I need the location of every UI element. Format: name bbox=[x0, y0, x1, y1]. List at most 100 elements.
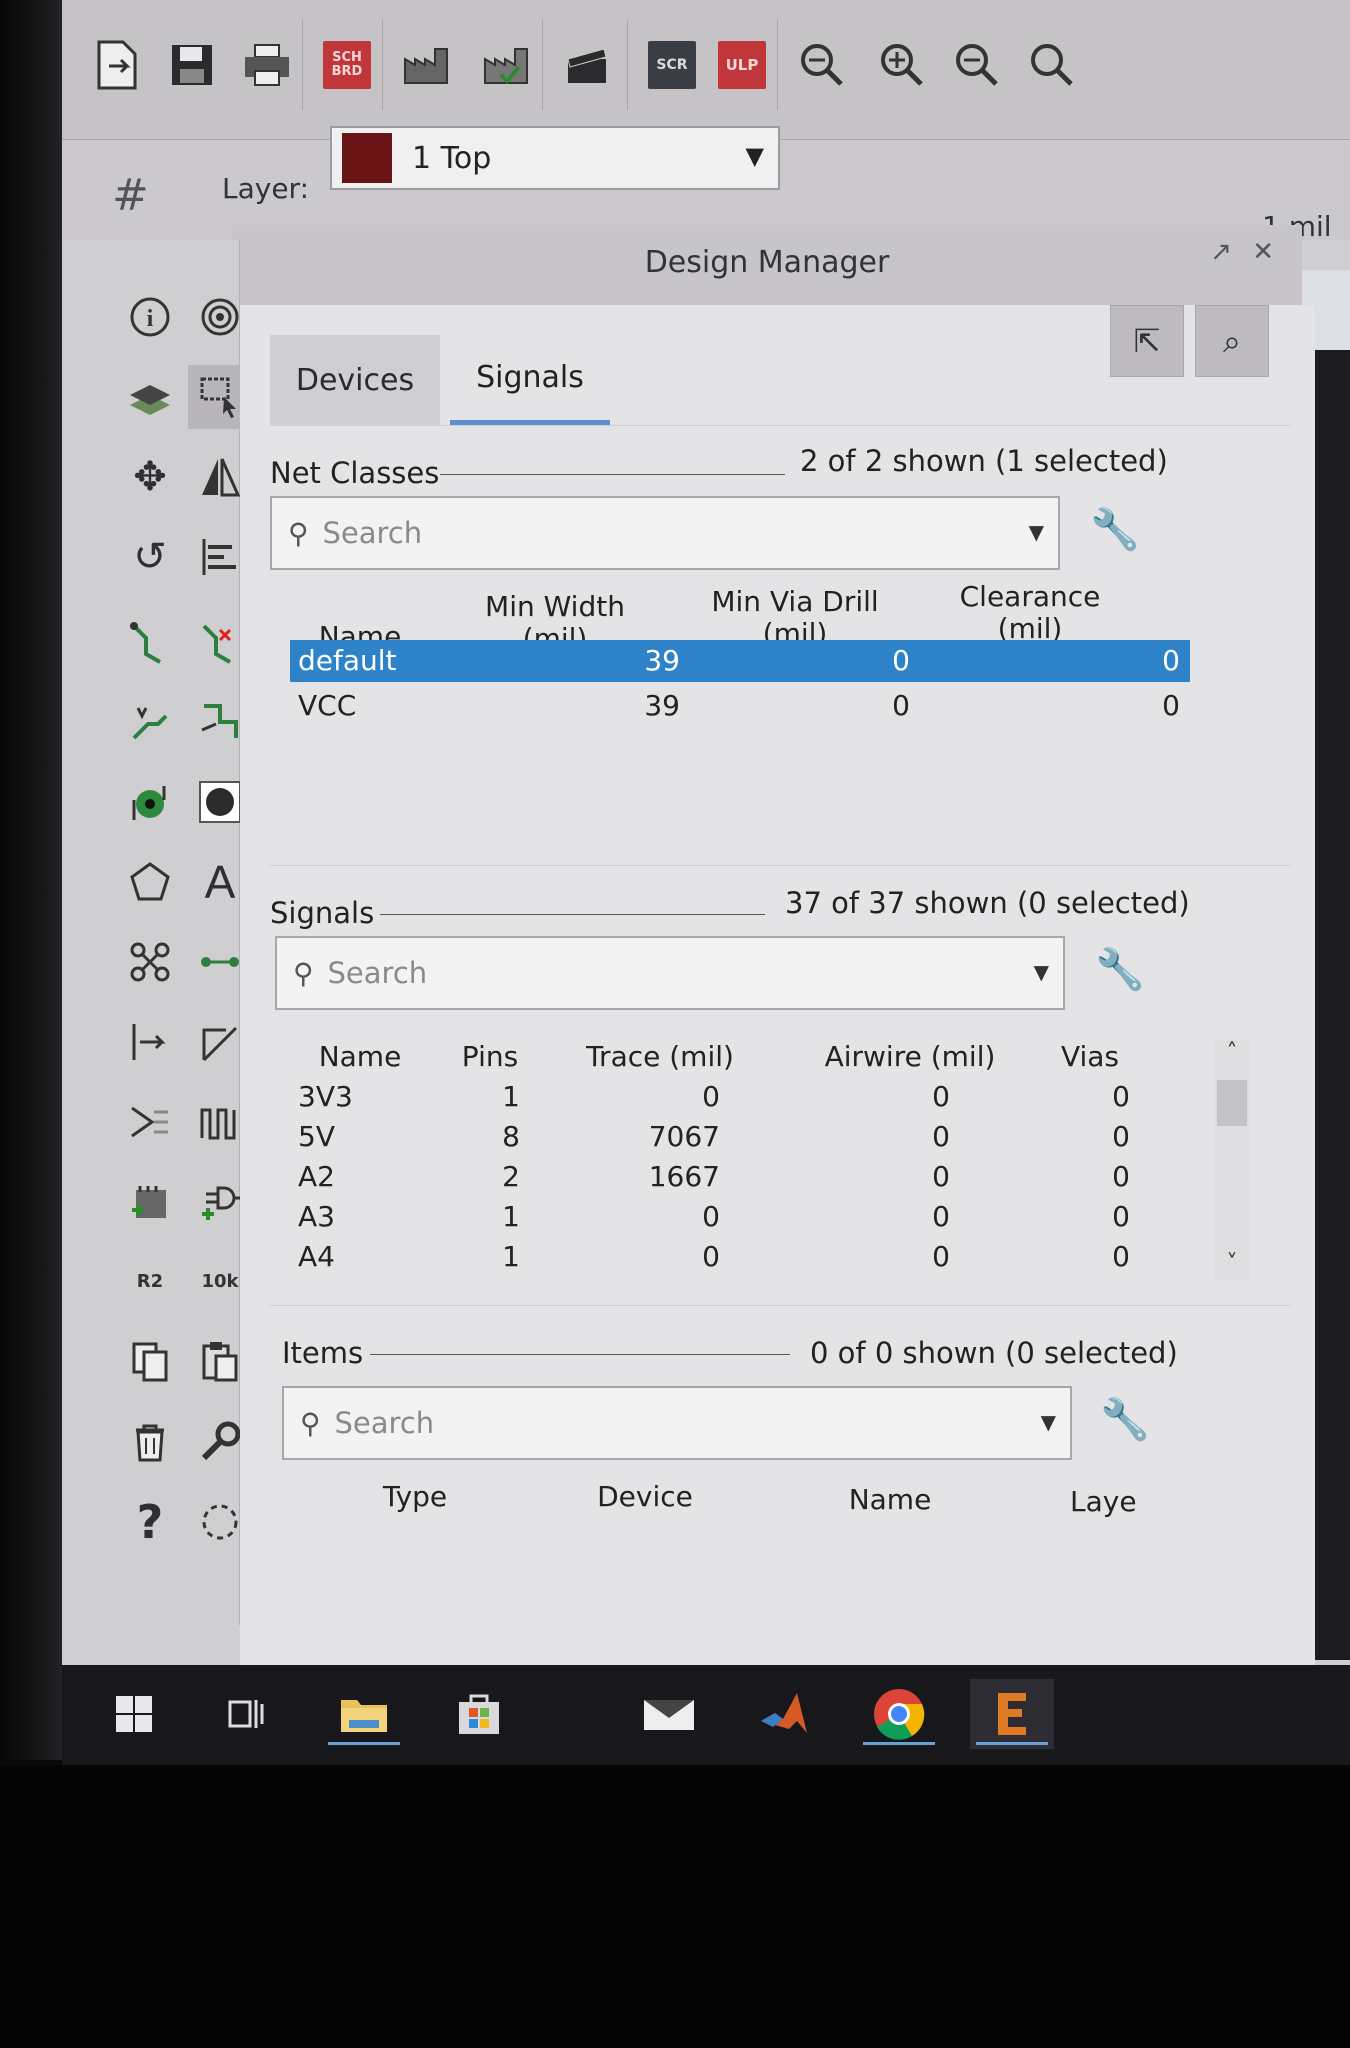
autoroute-icon[interactable] bbox=[118, 690, 182, 754]
select-pointer-icon[interactable]: ⇱ bbox=[1110, 305, 1184, 377]
close-icon[interactable]: ✕ bbox=[1252, 237, 1274, 267]
column-header-name[interactable]: Name bbox=[830, 1483, 950, 1516]
name-icon[interactable]: R2 bbox=[118, 1250, 182, 1314]
table-row[interactable]: A2 2 1667 0 0 bbox=[290, 1160, 1160, 1200]
column-header-type[interactable]: Type bbox=[355, 1480, 475, 1513]
signal-airwire: 0 bbox=[932, 1240, 950, 1273]
script-icon[interactable] bbox=[552, 30, 622, 100]
scrollbar-thumb[interactable] bbox=[1217, 1080, 1247, 1126]
windows-start-icon[interactable] bbox=[92, 1679, 176, 1749]
table-row[interactable]: VCC 39 0 0 bbox=[290, 685, 1190, 727]
signal-pins: 1 bbox=[502, 1200, 520, 1233]
rotate-icon[interactable]: ↺ bbox=[118, 525, 182, 589]
table-row[interactable]: A3 1 0 0 0 bbox=[290, 1200, 1160, 1240]
signals-title: Signals bbox=[270, 896, 375, 930]
zoom-select-icon[interactable] bbox=[1017, 30, 1087, 100]
signal-name: 5V bbox=[298, 1120, 335, 1153]
mail-icon[interactable] bbox=[627, 1679, 711, 1749]
save-icon[interactable] bbox=[157, 30, 227, 100]
signal-airwire: 0 bbox=[932, 1080, 950, 1113]
signal-name: 3V3 bbox=[298, 1080, 353, 1113]
signals-search[interactable]: ⚲ Search ▼ bbox=[275, 936, 1065, 1010]
search-icon: ⚲ bbox=[300, 1406, 321, 1440]
signal-pins: 8 bbox=[502, 1120, 520, 1153]
design-manager-titlebar[interactable]: Design Manager ↗ ✕ bbox=[232, 225, 1302, 305]
signal-trace: 7067 bbox=[648, 1120, 720, 1153]
route-icon[interactable] bbox=[118, 610, 182, 674]
miter-icon[interactable] bbox=[118, 1010, 182, 1074]
desk-background bbox=[0, 1765, 1350, 2048]
store-icon[interactable] bbox=[437, 1679, 521, 1749]
chevron-up-icon[interactable]: ˄ bbox=[1215, 1040, 1249, 1065]
items-title: Items bbox=[282, 1336, 364, 1370]
table-row[interactable]: 5V 8 7067 0 0 bbox=[290, 1120, 1160, 1160]
zoom-fit-icon[interactable] bbox=[787, 30, 857, 100]
zoom-in-icon[interactable] bbox=[867, 30, 937, 100]
via-icon[interactable] bbox=[118, 770, 182, 834]
chevron-down-icon[interactable]: ▼ bbox=[1041, 1410, 1056, 1434]
matlab-icon[interactable] bbox=[742, 1679, 826, 1749]
items-search[interactable]: ⚲ Search ▼ bbox=[282, 1386, 1072, 1460]
design-manager-panel: Devices Signals ⇱ ⌕ Net Classes 2 of 2 s… bbox=[240, 305, 1315, 1665]
signal-vias: 0 bbox=[1112, 1160, 1130, 1193]
chrome-icon[interactable] bbox=[857, 1679, 941, 1749]
column-header-layer[interactable]: Laye bbox=[1070, 1485, 1160, 1518]
run-script-icon[interactable]: SCR bbox=[637, 30, 707, 100]
meander-icon[interactable] bbox=[118, 1090, 182, 1154]
search-placeholder: Search bbox=[334, 1406, 435, 1440]
layer-select[interactable]: 1 Top ▼ bbox=[330, 126, 780, 190]
sch-brd-switch-icon[interactable]: SCH BRD bbox=[312, 30, 382, 100]
zoom-to-selection-icon[interactable]: ⌕ bbox=[1195, 305, 1269, 377]
zoom-out-icon[interactable] bbox=[942, 30, 1012, 100]
signal-trace: 0 bbox=[702, 1240, 720, 1273]
print-icon[interactable] bbox=[232, 30, 302, 100]
cam-processor-icon[interactable] bbox=[392, 30, 462, 100]
net-classes-title: Net Classes bbox=[270, 456, 440, 490]
net-class-clearance: 0 bbox=[1162, 689, 1180, 722]
main-toolbar: SCH BRD SCR ULP bbox=[62, 0, 1350, 140]
column-header-clearance[interactable]: Clearance (mil) bbox=[930, 580, 1130, 645]
chevron-down-icon[interactable]: ˅ bbox=[1215, 1251, 1249, 1276]
column-header-trace[interactable]: Trace (mil) bbox=[560, 1040, 760, 1073]
column-header-airwire[interactable]: Airwire (mil) bbox=[795, 1040, 1025, 1073]
chevron-down-icon[interactable]: ▼ bbox=[1034, 960, 1049, 984]
wrench-icon[interactable]: 🔧 bbox=[1095, 946, 1145, 993]
open-file-icon[interactable] bbox=[82, 30, 152, 100]
delete-icon[interactable] bbox=[118, 1410, 182, 1474]
layer-settings-icon[interactable] bbox=[118, 365, 182, 429]
info-icon[interactable]: i bbox=[118, 285, 182, 349]
task-view-icon[interactable] bbox=[202, 1679, 286, 1749]
file-explorer-icon[interactable] bbox=[322, 1679, 406, 1749]
move-icon[interactable]: ✥ bbox=[118, 445, 182, 509]
signals-count: 37 of 37 shown (0 selected) bbox=[785, 886, 1190, 920]
column-header-pins[interactable]: Pins bbox=[440, 1040, 540, 1073]
add-part-icon[interactable] bbox=[118, 1170, 182, 1234]
signal-pins: 2 bbox=[502, 1160, 520, 1193]
polygon-icon[interactable] bbox=[118, 850, 182, 914]
signal-trace: 0 bbox=[702, 1200, 720, 1233]
column-header-name[interactable]: Name bbox=[305, 1040, 415, 1073]
undock-icon[interactable]: ↗ bbox=[1210, 237, 1232, 267]
table-row[interactable]: default 39 0 0 bbox=[290, 640, 1190, 682]
split-icon[interactable] bbox=[118, 930, 182, 994]
chevron-down-icon[interactable]: ▼ bbox=[1029, 520, 1044, 544]
manufacturing-icon[interactable] bbox=[472, 30, 542, 100]
signals-scrollbar[interactable]: ˄ ˅ bbox=[1215, 1040, 1249, 1280]
run-ulp-icon[interactable]: ULP bbox=[707, 30, 777, 100]
signal-vias: 0 bbox=[1112, 1120, 1130, 1153]
copy-icon[interactable] bbox=[118, 1330, 182, 1394]
tab-devices[interactable]: Devices bbox=[270, 335, 440, 425]
tab-signals[interactable]: Signals bbox=[450, 335, 610, 425]
wrench-icon[interactable]: 🔧 bbox=[1090, 506, 1140, 553]
wrench-icon[interactable]: 🔧 bbox=[1100, 1396, 1150, 1443]
column-header-device[interactable]: Device bbox=[575, 1480, 715, 1513]
table-row[interactable]: A4 1 0 0 0 bbox=[290, 1240, 1160, 1280]
signal-name: A3 bbox=[298, 1200, 335, 1233]
table-row[interactable]: 3V3 1 0 0 0 bbox=[290, 1080, 1160, 1120]
net-classes-search[interactable]: ⚲ Search ▼ bbox=[270, 496, 1060, 570]
grid-icon[interactable]: # bbox=[112, 170, 149, 221]
column-header-vias[interactable]: Vias bbox=[1045, 1040, 1135, 1073]
tool-palette: i ✥ ↺ A R2 10k ? bbox=[70, 240, 252, 1625]
help-icon[interactable]: ? bbox=[118, 1490, 182, 1554]
eagle-icon[interactable] bbox=[970, 1679, 1054, 1749]
